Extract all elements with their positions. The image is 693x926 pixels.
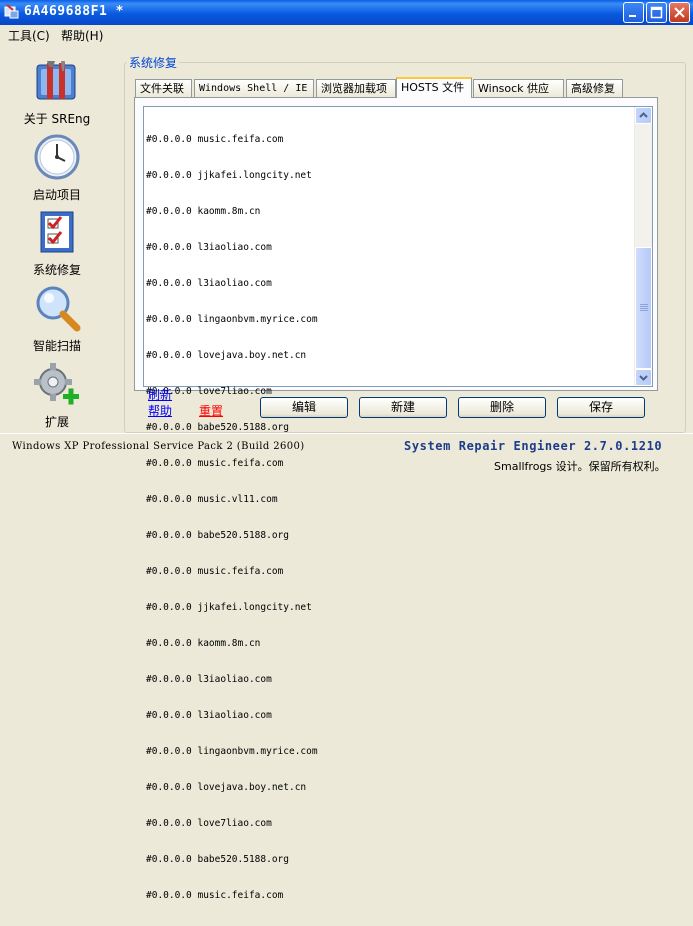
sidebar-item-label: 智能扫描: [32, 339, 81, 353]
sidebar-item-label: 扩展: [44, 415, 69, 429]
sidebar-item-extensions[interactable]: 扩展: [17, 360, 97, 430]
edit-button[interactable]: 编辑: [260, 397, 348, 418]
clock-icon: [34, 134, 80, 180]
app-icon: [4, 4, 19, 19]
hosts-line: #0.0.0.0 l3iaoliao.com: [146, 710, 272, 721]
gear-plus-icon: [34, 363, 79, 405]
copyright: Smallfrogs 设计。保留所有权利。: [494, 460, 666, 473]
hosts-line: #0.0.0.0 lovejava.boy.net.cn: [146, 782, 307, 793]
sidebar-item-label: 关于 SREng: [23, 112, 91, 126]
minimize-icon: [629, 15, 636, 17]
hosts-line: #0.0.0.0 l3iaoliao.com: [146, 278, 272, 289]
hosts-text-editor[interactable]: #0.0.0.0 music.feifa.com #0.0.0.0 jjkafe…: [143, 106, 653, 901]
hosts-lines: #0.0.0.0 music.feifa.com #0.0.0.0 jjkafe…: [146, 110, 318, 926]
magnifier-icon: [36, 286, 81, 332]
hosts-line: #0.0.0.0 jjkafei.longcity.net: [146, 170, 312, 181]
hosts-line: #0.0.0.0 babe520.5188.org: [146, 854, 289, 865]
hosts-line: #0.0.0.0 music.feifa.com: [146, 134, 284, 145]
tab-advanced-repair[interactable]: 高级修复: [566, 79, 623, 97]
hosts-line: #0.0.0.0 l3iaoliao.com: [146, 674, 272, 685]
hosts-line: #0.0.0.0 music.feifa.com: [146, 566, 284, 577]
hosts-line: #0.0.0.0 babe520.5188.org: [146, 530, 289, 541]
sidebar-item-label: 系统修复: [32, 263, 81, 277]
refresh-link[interactable]: 刷新: [148, 386, 172, 403]
window-title: 6A469688F1 *: [24, 4, 124, 19]
vertical-scrollbar[interactable]: [634, 107, 652, 386]
hosts-line: #0.0.0.0 kaomm.8m.cn: [146, 206, 261, 217]
close-icon: [674, 7, 685, 18]
hosts-line: #0.0.0.0 jjkafei.longcity.net: [146, 602, 312, 613]
hosts-line: #0.0.0.0 music.vl11.com: [146, 494, 278, 505]
sidebar-item-startup[interactable]: 启动项目: [17, 133, 97, 203]
chevron-up-icon: [639, 112, 648, 118]
group-title: 系统修复: [127, 54, 180, 71]
os-info: Windows XP Professional Service Pack 2 (…: [12, 441, 305, 452]
hosts-line: #0.0.0.0 lingaonbvm.myrice.com: [146, 314, 318, 325]
product-name: System Repair Engineer 2.7.0.1210: [404, 439, 663, 453]
toolbox-icon: [36, 61, 76, 100]
tab-winsock-provider[interactable]: Winsock 供应者: [473, 79, 564, 112]
hosts-line: #0.0.0.0 love7liao.com: [146, 818, 272, 829]
scroll-up-button[interactable]: [635, 107, 652, 124]
title-bar[interactable]: 6A469688F1 *: [0, 0, 693, 25]
tab-browser-addons[interactable]: 浏览器加载项: [316, 79, 396, 97]
sidebar-item-system-repair[interactable]: 系统修复: [17, 208, 97, 278]
maximize-icon: [650, 6, 663, 19]
tab-hosts-file[interactable]: HOSTS 文件: [396, 77, 472, 98]
tab-windows-shell-ie[interactable]: Windows Shell / IE: [194, 79, 314, 97]
reset-link[interactable]: 重置: [199, 402, 223, 419]
tab-file-association[interactable]: 文件关联: [135, 79, 192, 97]
hosts-line: #0.0.0.0 lingaonbvm.myrice.com: [146, 746, 318, 757]
hosts-line: #0.0.0.0 kaomm.8m.cn: [146, 638, 261, 649]
hosts-line: #0.0.0.0 lovejava.boy.net.cn: [146, 350, 307, 361]
sidebar-item-about[interactable]: 关于 SREng: [17, 57, 97, 127]
scroll-thumb[interactable]: [635, 247, 652, 369]
save-button[interactable]: 保存: [557, 397, 645, 418]
scroll-down-button[interactable]: [635, 369, 652, 386]
menu-help[interactable]: 帮助(H): [61, 27, 103, 44]
minimize-button[interactable]: [623, 2, 644, 23]
new-button[interactable]: 新建: [359, 397, 447, 418]
menu-bar: 工具(C) 帮助(H): [0, 25, 693, 45]
menu-tools[interactable]: 工具(C): [8, 27, 50, 44]
hosts-line: #0.0.0.0 music.feifa.com: [146, 890, 284, 901]
sidebar-item-smart-scan[interactable]: 智能扫描: [17, 284, 97, 354]
close-button[interactable]: [669, 2, 690, 23]
checklist-icon: [40, 211, 74, 253]
delete-button[interactable]: 删除: [458, 397, 546, 418]
app-window: 6A469688F1 * 工具(C) 帮助(H) 关于 SREng 启动项目 系…: [0, 0, 693, 901]
help-link[interactable]: 帮助: [148, 402, 172, 419]
hosts-line: #0.0.0.0 l3iaoliao.com: [146, 242, 272, 253]
maximize-button[interactable]: [646, 2, 667, 23]
chevron-down-icon: [639, 375, 648, 381]
sidebar-item-label: 启动项目: [32, 188, 81, 202]
